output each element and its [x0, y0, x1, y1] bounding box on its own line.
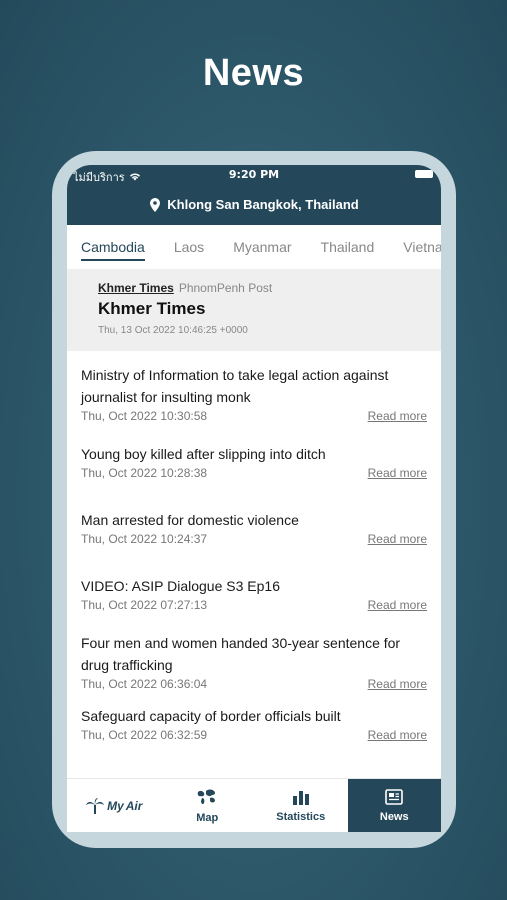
news-title: VIDEO: ASIP Dialogue S3 Ep16 — [81, 578, 280, 594]
news-meta: Thu, Oct 2022 10:28:38 Read more — [81, 466, 427, 480]
nav-map[interactable]: Map — [161, 779, 255, 832]
news-title: Ministry of Information to take legal ac… — [81, 367, 389, 405]
news-meta: Thu, Oct 2022 10:30:58 Read more — [81, 409, 427, 423]
bar-chart-icon — [291, 789, 311, 808]
read-more-link[interactable]: Read more — [368, 466, 427, 480]
logo-air: Air — [125, 798, 143, 813]
newspaper-icon — [385, 788, 404, 808]
country-tabs: Cambodia Laos Myanmar Thailand Vietnam — [67, 225, 441, 269]
news-date: Thu, Oct 2022 10:24:37 — [81, 532, 208, 546]
nav-myair[interactable]: My Air — [67, 779, 161, 832]
status-bar: ไม่มีบริการ 9:20 PM — [67, 165, 441, 184]
status-time: 9:20 PM — [228, 168, 280, 181]
location-bar[interactable]: Khlong San Bangkok, Thailand — [67, 184, 441, 225]
news-date: Thu, Oct 2022 06:32:59 — [81, 728, 208, 742]
map-icon — [196, 788, 218, 809]
news-meta: Thu, Oct 2022 07:27:13 Read more — [81, 598, 427, 612]
news-meta: Thu, Oct 2022 06:36:04 Read more — [81, 677, 427, 691]
tab-cambodia[interactable]: Cambodia — [81, 233, 145, 261]
tab-vietnam[interactable]: Vietnam — [403, 233, 441, 261]
read-more-link[interactable]: Read more — [368, 532, 427, 546]
read-more-link[interactable]: Read more — [368, 598, 427, 612]
app-screen: ไม่มีบริการ 9:20 PM Khlong San Bangkok, … — [67, 165, 441, 832]
news-date: Thu, Oct 2022 07:27:13 — [81, 598, 208, 612]
read-more-link[interactable]: Read more — [368, 409, 427, 423]
bottom-nav: My Air Map Statistics News — [67, 778, 441, 832]
news-meta: Thu, Oct 2022 06:32:59 Read more — [81, 728, 427, 742]
news-item[interactable]: VIDEO: ASIP Dialogue S3 Ep16 Thu, Oct 20… — [81, 561, 427, 618]
nav-news-label: News — [379, 810, 409, 823]
source-link-phnompenh-post[interactable]: PhnomPenh Post — [179, 281, 272, 295]
news-item[interactable]: Man arrested for domestic violence Thu, … — [81, 495, 427, 561]
tab-thailand[interactable]: Thailand — [321, 233, 375, 261]
tab-myanmar[interactable]: Myanmar — [233, 233, 291, 261]
news-title: Man arrested for domestic violence — [81, 512, 299, 528]
location-text: Khlong San Bangkok, Thailand — [167, 197, 359, 212]
news-source-panel: Khmer Times PhnomPenh Post Khmer Times T… — [67, 269, 441, 351]
news-title: Young boy killed after slipping into dit… — [81, 446, 326, 462]
news-item[interactable]: Safeguard capacity of border officials b… — [81, 697, 427, 757]
location-pin-icon — [149, 197, 161, 212]
news-item[interactable]: Young boy killed after slipping into dit… — [81, 429, 427, 495]
source-title: Khmer Times — [98, 299, 206, 318]
news-date: Thu, Oct 2022 06:36:04 — [81, 677, 208, 691]
news-title: Safeguard capacity of border officials b… — [81, 708, 341, 724]
battery-icon — [415, 170, 433, 178]
news-item[interactable]: Ministry of Information to take legal ac… — [81, 351, 427, 429]
news-date: Thu, Oct 2022 10:30:58 — [81, 409, 208, 423]
nav-statistics-label: Statistics — [276, 810, 326, 823]
news-item[interactable]: Four men and women handed 30-year senten… — [81, 618, 427, 697]
source-link-khmer-times[interactable]: Khmer Times — [98, 281, 174, 295]
nav-news[interactable]: News — [347, 779, 441, 832]
page-heading: News — [202, 52, 305, 94]
palm-icon — [86, 797, 105, 814]
logo-my: My — [107, 798, 124, 813]
myair-logo: My Air — [85, 797, 142, 815]
news-meta: Thu, Oct 2022 10:24:37 Read more — [81, 532, 427, 546]
nav-map-label: Map — [196, 811, 219, 824]
source-links: Khmer Times PhnomPenh Post — [98, 281, 441, 295]
read-more-link[interactable]: Read more — [368, 728, 427, 742]
tab-laos[interactable]: Laos — [174, 233, 204, 261]
news-list: Ministry of Information to take legal ac… — [67, 351, 441, 757]
news-date: Thu, Oct 2022 10:28:38 — [81, 466, 208, 480]
nav-statistics[interactable]: Statistics — [254, 779, 348, 832]
source-date: Thu, 13 Oct 2022 10:46:25 +0000 — [98, 325, 248, 336]
news-title: Four men and women handed 30-year senten… — [81, 635, 401, 673]
read-more-link[interactable]: Read more — [368, 677, 427, 691]
